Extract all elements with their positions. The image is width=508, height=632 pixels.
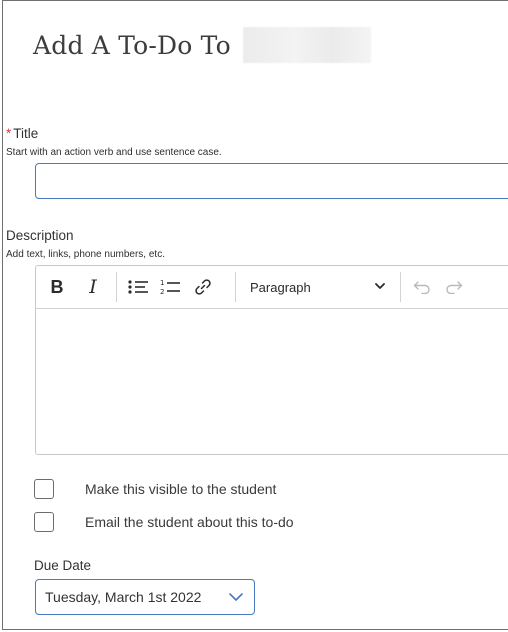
link-button[interactable] [190, 266, 216, 308]
block-format-label: Paragraph [250, 279, 311, 295]
svg-text:2: 2 [160, 288, 164, 296]
page-title-text: Add A To-Do To [33, 30, 231, 60]
link-icon [195, 279, 211, 295]
redo-icon [446, 281, 463, 294]
toolbar-divider [116, 272, 117, 302]
title-input[interactable] [35, 163, 508, 199]
svg-text:1: 1 [160, 279, 164, 287]
email-student-checkbox[interactable] [34, 512, 54, 532]
bullet-list-button[interactable] [124, 266, 152, 308]
due-date-select[interactable]: Tuesday, March 1st 2022 [35, 579, 255, 615]
visible-to-student-checkbox[interactable] [34, 479, 54, 499]
visible-to-student-label: Make this visible to the student [85, 481, 277, 497]
undo-icon [413, 281, 430, 294]
chevron-down-icon [229, 593, 243, 601]
numbered-list-button[interactable]: 1 2 [156, 266, 184, 308]
description-label: Description [6, 228, 74, 243]
chevron-down-icon [375, 283, 385, 289]
description-hint: Add text, links, phone numbers, etc. [6, 249, 165, 260]
add-todo-panel: Add A To-Do To * Title Start with an acti… [2, 0, 508, 630]
undo-button[interactable] [410, 266, 434, 308]
due-date-label: Due Date [34, 558, 92, 573]
bullet-list-icon [128, 280, 148, 294]
required-marker: * [6, 126, 12, 141]
page-title: Add A To-Do To [33, 27, 371, 63]
title-label: * Title [6, 126, 38, 141]
redo-button[interactable] [442, 266, 466, 308]
bold-button[interactable]: B [44, 266, 70, 308]
numbered-list-icon: 1 2 [160, 279, 180, 296]
email-student-label: Email the student about this to-do [85, 514, 294, 530]
italic-button[interactable]: I [82, 266, 104, 308]
description-editor: B I 1 2 Paragraph [35, 265, 508, 455]
editor-toolbar: B I 1 2 Paragraph [36, 266, 508, 309]
title-label-text: Title [13, 126, 39, 141]
toolbar-divider [235, 272, 236, 302]
block-format-select[interactable]: Paragraph [250, 266, 400, 308]
due-date-value: Tuesday, March 1st 2022 [45, 589, 202, 605]
redacted-student-name [242, 27, 371, 63]
title-hint: Start with an action verb and use senten… [6, 147, 222, 158]
description-textarea[interactable] [36, 309, 508, 454]
toolbar-divider [400, 272, 401, 302]
